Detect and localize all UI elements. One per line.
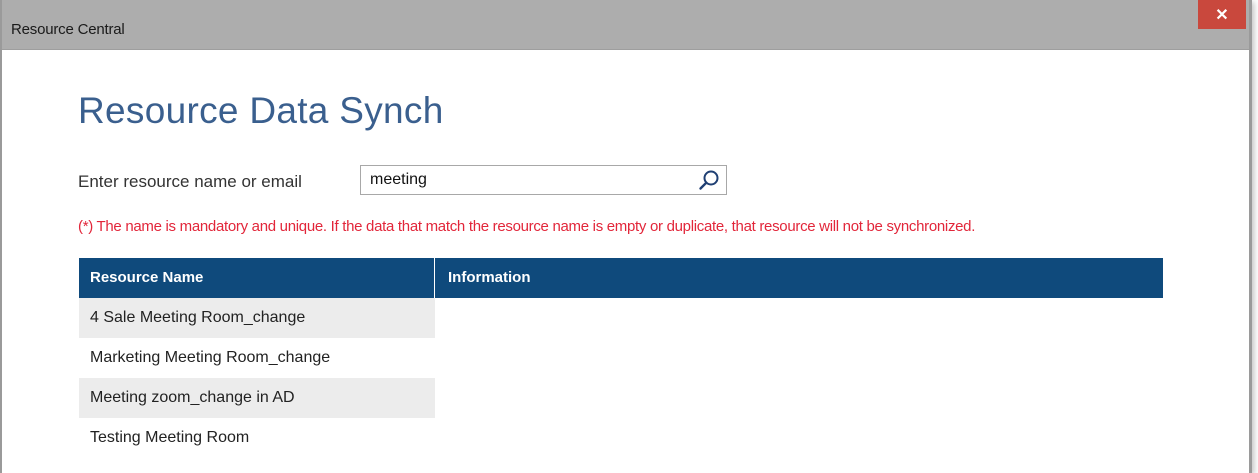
table-row[interactable]: Meeting zoom_change in AD <box>79 378 435 418</box>
resource-table: Resource Name Information 4 Sale Meeting… <box>79 258 1163 458</box>
column-header-information[interactable]: Information <box>435 258 531 298</box>
table-row[interactable]: 4 Sale Meeting Room_change <box>79 298 435 338</box>
title-bar[interactable]: Resource Central ✕ <box>2 0 1249 50</box>
column-header-resource-name[interactable]: Resource Name <box>79 258 435 298</box>
table-row[interactable]: Testing Meeting Room <box>79 418 435 458</box>
validation-note: (*) The name is mandatory and unique. If… <box>78 218 976 235</box>
window-title: Resource Central <box>11 21 125 38</box>
page-title: Resource Data Synch <box>78 90 444 131</box>
search-box[interactable] <box>360 165 727 195</box>
search-input[interactable] <box>370 166 690 194</box>
table-header: Resource Name Information <box>79 258 1163 298</box>
resource-central-window: Resource Central ✕ Resource Data Synch E… <box>0 0 1252 473</box>
table-row[interactable]: Marketing Meeting Room_change <box>79 338 435 378</box>
close-button[interactable]: ✕ <box>1198 0 1246 29</box>
close-icon: ✕ <box>1215 6 1229 24</box>
search-label: Enter resource name or email <box>78 172 302 191</box>
search-icon[interactable] <box>698 169 720 191</box>
